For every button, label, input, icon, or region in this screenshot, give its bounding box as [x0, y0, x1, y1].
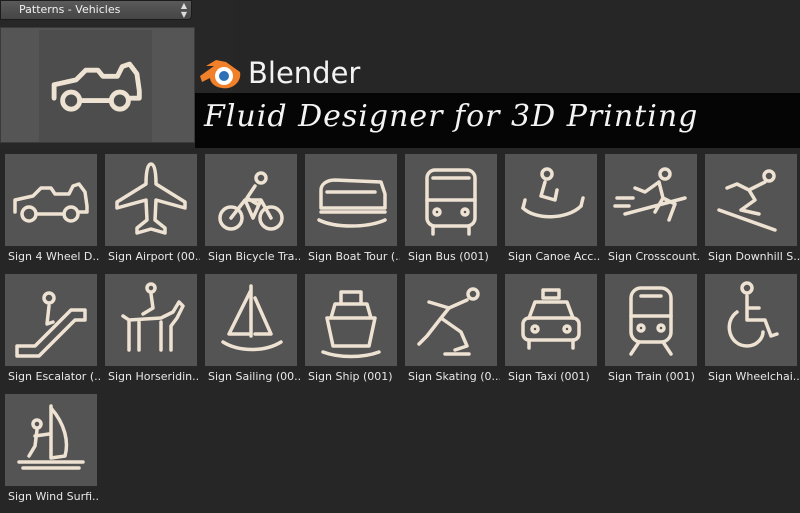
asset-thumbnail[interactable]: [5, 154, 97, 246]
horse-riding-icon: [121, 282, 185, 352]
asset-thumbnail[interactable]: [205, 274, 297, 366]
jeep-icon: [13, 182, 89, 223]
asset-label[interactable]: Sign Bicycle Tra...: [208, 250, 300, 263]
train-icon: [629, 286, 673, 356]
asset-label[interactable]: Sign Horseridin...: [108, 370, 200, 383]
asset-thumbnail[interactable]: [605, 154, 697, 246]
asset-thumbnail[interactable]: [505, 154, 597, 246]
asset-label[interactable]: Sign Crosscount...: [608, 250, 700, 263]
skating-icon: [417, 287, 480, 356]
category-dropdown-label: Patterns - Vehicles: [19, 3, 121, 16]
escalator-icon: [15, 291, 87, 358]
asset-thumbnail[interactable]: [305, 154, 397, 246]
asset-label[interactable]: Sign Escalator (...: [8, 370, 100, 383]
cross-country-ski-icon: [613, 167, 687, 222]
banner-title: Fluid Designer for 3D Printing: [204, 99, 699, 134]
asset-thumbnail[interactable]: [5, 274, 97, 366]
bus-icon: [425, 168, 477, 236]
tour-boat-icon: [317, 178, 387, 228]
category-dropdown[interactable]: Patterns - Vehicles ▲ ▼: [0, 0, 192, 20]
asset-label[interactable]: Sign Ship (001): [308, 370, 400, 383]
asset-thumbnail[interactable]: [305, 274, 397, 366]
sailboat-icon: [221, 284, 283, 352]
asset-thumbnail[interactable]: [605, 274, 697, 366]
asset-thumbnail[interactable]: [405, 274, 497, 366]
windsurf-icon: [17, 404, 85, 470]
asset-thumbnail[interactable]: [105, 154, 197, 246]
downhill-ski-icon: [717, 169, 777, 232]
asset-thumbnail[interactable]: [105, 274, 197, 366]
asset-label[interactable]: Sign Train (001): [608, 370, 700, 383]
preview-image: [39, 30, 152, 142]
asset-label[interactable]: Sign Wind Surfi...: [8, 490, 100, 503]
wheelchair-icon: [727, 281, 779, 348]
airplane-icon: [115, 162, 187, 235]
asset-thumbnail[interactable]: [505, 274, 597, 366]
bicycle-icon: [218, 171, 284, 231]
asset-label[interactable]: Sign Wheelchai...: [708, 370, 800, 383]
asset-label[interactable]: Sign Downhill S...: [708, 250, 800, 263]
asset-label[interactable]: Sign Airport (00...: [108, 250, 200, 263]
asset-label[interactable]: Sign Canoe Acc...: [508, 250, 600, 263]
asset-label[interactable]: Sign 4 Wheel D...: [8, 250, 100, 263]
asset-label[interactable]: Sign Taxi (001): [508, 370, 600, 383]
asset-label[interactable]: Sign Bus (001): [408, 250, 500, 263]
asset-thumbnail[interactable]: [705, 154, 797, 246]
blender-logo-text: Blender: [248, 56, 361, 90]
asset-thumbnail[interactable]: [5, 394, 97, 486]
jeep-preview-icon: [51, 61, 142, 112]
blender-logo-icon: [200, 60, 241, 89]
asset-label[interactable]: Sign Sailing (00...: [208, 370, 300, 383]
asset-label[interactable]: Sign Boat Tour (...: [308, 250, 400, 263]
ship-icon: [321, 290, 381, 359]
asset-thumbnail[interactable]: [405, 154, 497, 246]
updown-arrows-icon: ▲ ▼: [180, 1, 187, 19]
asset-label[interactable]: Sign Skating (0...: [408, 370, 500, 383]
selected-preview[interactable]: [0, 27, 195, 143]
canoe-icon: [521, 167, 585, 219]
asset-thumbnail[interactable]: [205, 154, 297, 246]
taxi-icon: [521, 288, 581, 350]
asset-thumbnail[interactable]: [705, 274, 797, 366]
